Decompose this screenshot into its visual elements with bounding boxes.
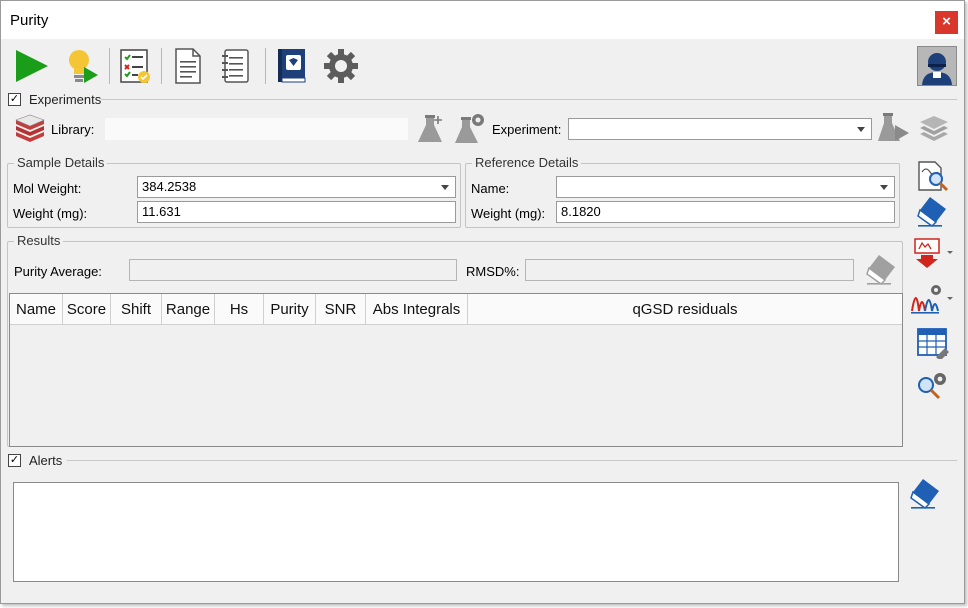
column-header-name[interactable]: Name	[10, 294, 63, 325]
rmsd-field	[525, 259, 854, 281]
mol-weight-select[interactable]: 384.2538	[137, 176, 456, 198]
column-header-score[interactable]: Score	[63, 294, 111, 325]
library-field[interactable]	[104, 117, 409, 141]
results-table-header: Name Score Shift Range Hs Purity SNR Abs…	[10, 294, 902, 325]
column-header-hs[interactable]: Hs	[215, 294, 264, 325]
reference-details-title: Reference Details	[472, 155, 582, 170]
window-title: Purity	[10, 12, 49, 29]
close-button[interactable]: ×	[935, 11, 958, 34]
mol-weight-value: 384.2538	[142, 179, 197, 194]
column-header-snr[interactable]: SNR	[316, 294, 366, 325]
rmsd-label: RMSD%:	[466, 264, 520, 279]
column-header-abs-integrals[interactable]: Abs Integrals	[366, 294, 468, 325]
book-icon[interactable]	[273, 47, 309, 85]
reference-name-label: Name:	[471, 181, 510, 196]
document-icon[interactable]	[171, 47, 205, 85]
results-title: Results	[14, 233, 64, 248]
document-search-icon[interactable]	[916, 160, 950, 192]
purity-average-label: Purity Average:	[14, 264, 102, 279]
library-label: Library:	[51, 122, 95, 137]
experiment-label: Experiment:	[492, 122, 562, 137]
lightbulb-play-icon[interactable]	[65, 47, 101, 85]
mol-weight-label: Mol Weight:	[13, 181, 82, 196]
layers-icon[interactable]	[918, 114, 950, 144]
flask-play-icon[interactable]	[877, 111, 911, 145]
flask-settings-icon[interactable]	[455, 111, 487, 145]
export-report-icon[interactable]	[911, 237, 955, 269]
flask-add-icon[interactable]	[417, 113, 445, 145]
peak-settings-icon[interactable]	[909, 281, 955, 315]
column-header-shift[interactable]: Shift	[111, 294, 162, 325]
chevron-down-icon	[880, 185, 888, 190]
purity-window: Purity × ✓ Experiments Library: Experime…	[0, 0, 965, 604]
sample-weight-field[interactable]: 11.631	[137, 201, 456, 223]
experiments-checkbox[interactable]: ✓	[8, 93, 21, 106]
clear-results-eraser-icon[interactable]	[865, 253, 899, 285]
alerts-label: Alerts	[29, 453, 63, 468]
experiments-label: Experiments	[29, 92, 102, 107]
eraser-icon[interactable]	[916, 195, 950, 227]
sample-weight-label: Weight (mg):	[13, 206, 88, 221]
clear-alerts-eraser-icon[interactable]	[909, 477, 943, 509]
play-icon[interactable]	[13, 48, 51, 84]
library-books-icon	[15, 114, 45, 142]
sample-details-title: Sample Details	[14, 155, 108, 170]
column-header-qgsd-residuals[interactable]: qGSD residuals	[468, 294, 902, 325]
column-header-purity[interactable]: Purity	[264, 294, 316, 325]
chevron-down-icon	[441, 185, 449, 190]
table-settings-icon[interactable]	[916, 327, 950, 359]
gear-icon[interactable]	[323, 48, 359, 84]
experiment-select[interactable]	[568, 118, 872, 140]
reference-name-select[interactable]	[556, 176, 895, 198]
alerts-checkbox[interactable]: ✓	[8, 454, 21, 467]
reference-weight-field[interactable]: 8.1820	[556, 201, 895, 223]
purity-average-field	[129, 259, 457, 281]
search-settings-icon[interactable]	[916, 371, 950, 405]
reference-weight-label: Weight (mg):	[471, 206, 546, 221]
notebook-icon[interactable]	[219, 47, 253, 85]
title-bar: Purity ×	[1, 1, 964, 39]
checklist-icon[interactable]	[117, 47, 153, 85]
alerts-text-area[interactable]	[13, 482, 899, 582]
column-header-range[interactable]: Range	[162, 294, 215, 325]
results-table: Name Score Shift Range Hs Purity SNR Abs…	[9, 293, 903, 447]
user-avatar-icon[interactable]	[917, 46, 957, 86]
chevron-down-icon	[857, 127, 865, 132]
